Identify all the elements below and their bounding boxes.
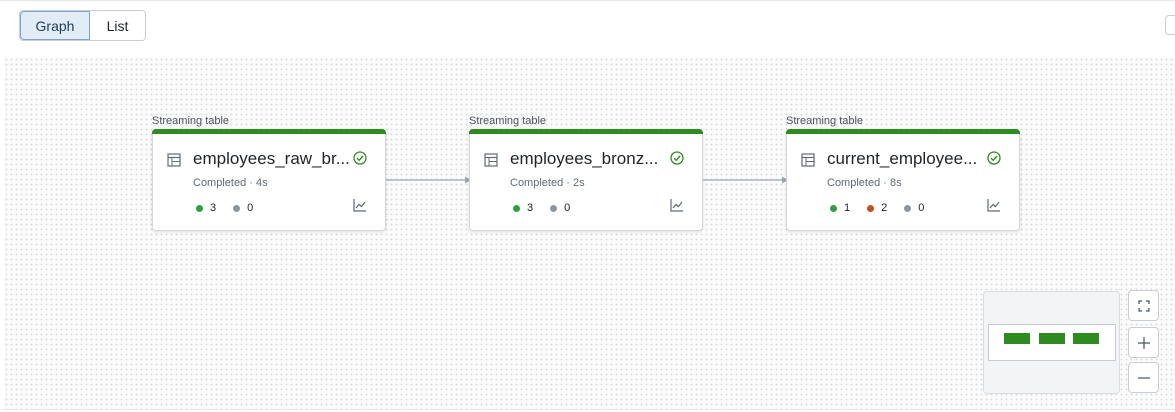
count-item: 1 bbox=[830, 202, 850, 214]
graph-view-button[interactable]: Graph bbox=[20, 11, 90, 40]
count-value: 3 bbox=[527, 202, 534, 214]
neutral-dot bbox=[904, 204, 912, 212]
node-name: current_employee... bbox=[827, 149, 978, 168]
node-status-bar bbox=[786, 129, 1020, 134]
node-name: employees_bronz... bbox=[510, 149, 659, 168]
table-icon bbox=[801, 153, 815, 167]
node-status-bar bbox=[152, 129, 386, 134]
minimap-node bbox=[1004, 333, 1030, 344]
node-status: Completed · 4s bbox=[193, 177, 268, 189]
view-toggle: Graph List bbox=[19, 10, 146, 41]
check-circle-icon bbox=[987, 151, 1001, 165]
check-circle-icon bbox=[353, 151, 367, 165]
metrics-chart-icon[interactable] bbox=[352, 197, 368, 213]
edge-arrow bbox=[386, 176, 471, 184]
pipeline-node[interactable]: employees_bronz... Completed · 2s 3 0 bbox=[469, 129, 703, 231]
record-counts: 1 2 0 bbox=[830, 202, 941, 214]
table-icon bbox=[484, 153, 498, 167]
node-name: employees_raw_br... bbox=[193, 149, 349, 168]
fit-view-icon bbox=[1137, 299, 1150, 312]
table-icon bbox=[167, 153, 181, 167]
record-counts: 3 0 bbox=[196, 202, 270, 214]
edge-arrow bbox=[703, 176, 788, 184]
zoom-out-icon bbox=[1137, 376, 1150, 379]
node-type-label: Streaming table bbox=[786, 115, 864, 127]
node-type-label: Streaming table bbox=[152, 115, 230, 127]
fit-view-button[interactable] bbox=[1128, 290, 1159, 321]
count-value: 0 bbox=[247, 202, 254, 214]
metrics-chart-icon[interactable] bbox=[986, 197, 1002, 213]
count-value: 3 bbox=[210, 202, 217, 214]
pipeline-node[interactable]: current_employee... Completed · 8s 1 2 0 bbox=[786, 129, 1020, 231]
count-value: 2 bbox=[881, 202, 888, 214]
node-status: Completed · 2s bbox=[510, 177, 585, 189]
node-status: Completed · 8s bbox=[827, 177, 902, 189]
neutral-dot bbox=[550, 204, 558, 212]
minimap-viewport[interactable] bbox=[988, 324, 1116, 361]
warning-dot bbox=[867, 204, 875, 212]
count-item: 0 bbox=[233, 202, 253, 214]
pipeline-node[interactable]: employees_raw_br... Completed · 4s 3 0 bbox=[152, 129, 386, 231]
zoom-in-button[interactable] bbox=[1128, 327, 1159, 358]
minimap-node bbox=[1039, 333, 1065, 344]
list-view-button[interactable]: List bbox=[90, 11, 145, 40]
minimap[interactable] bbox=[983, 291, 1120, 394]
count-item: 0 bbox=[550, 202, 570, 214]
success-dot bbox=[513, 204, 520, 212]
minimap-node bbox=[1073, 333, 1099, 344]
neutral-dot bbox=[233, 204, 241, 212]
node-status-bar bbox=[469, 129, 703, 134]
success-dot bbox=[196, 204, 203, 212]
zoom-in-icon bbox=[1137, 336, 1150, 349]
count-item: 3 bbox=[196, 202, 216, 214]
check-circle-icon bbox=[670, 151, 684, 165]
count-item: 3 bbox=[513, 202, 533, 214]
count-value: 0 bbox=[918, 202, 925, 214]
count-item: 0 bbox=[904, 202, 924, 214]
node-type-label: Streaming table bbox=[469, 115, 547, 127]
success-dot bbox=[830, 204, 837, 212]
count-item: 2 bbox=[867, 202, 887, 214]
count-value: 1 bbox=[844, 202, 851, 214]
count-value: 0 bbox=[564, 202, 571, 214]
panel-corner-button[interactable] bbox=[1165, 15, 1175, 35]
metrics-chart-icon[interactable] bbox=[669, 197, 685, 213]
record-counts: 3 0 bbox=[513, 202, 587, 214]
zoom-out-button[interactable] bbox=[1128, 362, 1159, 393]
